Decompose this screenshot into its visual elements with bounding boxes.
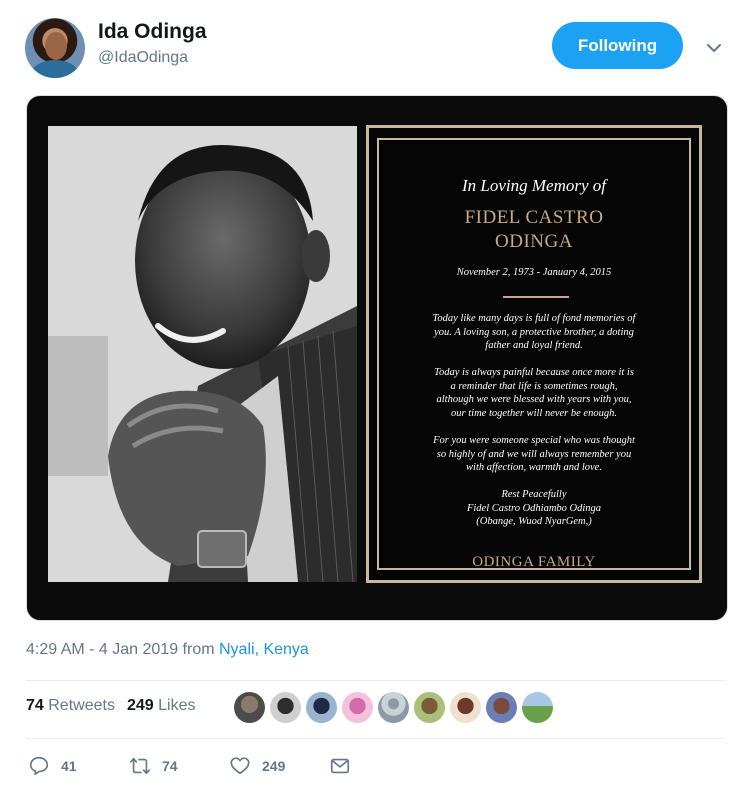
- tweet-actions: 41 74 249: [26, 755, 726, 781]
- like-count: 249: [262, 758, 286, 774]
- retweet-count: 74: [162, 758, 178, 774]
- tweet-header: Ida Odinga @IdaOdinga Following: [0, 0, 749, 90]
- retweets-count: 74: [26, 697, 44, 714]
- likes-label: Likes: [158, 697, 196, 714]
- gold-divider: [503, 296, 569, 298]
- like-button[interactable]: 249: [229, 755, 285, 777]
- following-button[interactable]: Following: [552, 22, 683, 69]
- location-link[interactable]: Nyali, Kenya: [219, 641, 309, 658]
- memorial-name-line1: FIDEL CASTRO: [464, 207, 604, 228]
- liker-avatar[interactable]: [306, 692, 337, 723]
- liker-avatar[interactable]: [522, 692, 553, 723]
- tweet-stats: 74 Retweets 249 Likes: [26, 697, 195, 715]
- memorial-photo: [48, 126, 357, 582]
- user-handle[interactable]: @IdaOdinga: [98, 49, 188, 67]
- memorial-paragraph-1: Today like many days is full of fond mem…: [432, 313, 636, 351]
- divider: [26, 680, 725, 681]
- divider: [26, 738, 725, 739]
- memorial-heading: In Loving Memory of: [461, 176, 606, 195]
- memorial-dates: November 2, 1973 - January 4, 2015: [456, 267, 612, 278]
- likes-count: 249: [126, 697, 154, 714]
- liker-avatar[interactable]: [378, 692, 409, 723]
- tweet-media[interactable]: In Loving Memory of FIDEL CASTRO ODINGA …: [26, 95, 728, 621]
- memorial-paragraph-3: For you were someone special who was tho…: [433, 435, 635, 473]
- liker-avatar[interactable]: [450, 692, 481, 723]
- memorial-name: FIDEL CASTRO ODINGA: [379, 206, 689, 254]
- tweet-timestamp: 4:29 AM - 4 Jan 2019 from Nyali, Kenya: [26, 641, 309, 659]
- memorial-card: In Loving Memory of FIDEL CASTRO ODINGA …: [366, 125, 702, 583]
- reply-button[interactable]: 41: [28, 755, 77, 777]
- mail-icon: [330, 758, 350, 774]
- heart-icon: [230, 757, 250, 775]
- reply-count: 41: [61, 758, 77, 774]
- display-name[interactable]: Ida Odinga: [98, 20, 207, 44]
- likes-stat[interactable]: 249 Likes: [127, 697, 196, 715]
- liker-avatars: [234, 692, 553, 723]
- memorial-family: ODINGA FAMILY: [472, 554, 596, 570]
- avatar[interactable]: [25, 18, 85, 78]
- memorial-signoff: Rest Peacefully Fidel Castro Odhiambo Od…: [466, 489, 602, 527]
- retweet-button[interactable]: 74: [129, 755, 178, 777]
- retweet-icon: [130, 757, 150, 775]
- timestamp-text[interactable]: 4:29 AM - 4 Jan 2019 from: [26, 641, 219, 658]
- retweets-label: Retweets: [48, 697, 115, 714]
- liker-avatar[interactable]: [270, 692, 301, 723]
- memorial-paragraph-2: Today is always painful because once mor…: [434, 367, 634, 419]
- direct-message-button[interactable]: [329, 755, 351, 777]
- liker-avatar[interactable]: [342, 692, 373, 723]
- chevron-down-icon[interactable]: [706, 40, 722, 56]
- reply-icon: [29, 756, 49, 776]
- liker-avatar[interactable]: [486, 692, 517, 723]
- retweets-stat[interactable]: 74 Retweets: [26, 697, 115, 715]
- memorial-name-line2: ODINGA: [495, 231, 573, 252]
- liker-avatar[interactable]: [414, 692, 445, 723]
- liker-avatar[interactable]: [234, 692, 265, 723]
